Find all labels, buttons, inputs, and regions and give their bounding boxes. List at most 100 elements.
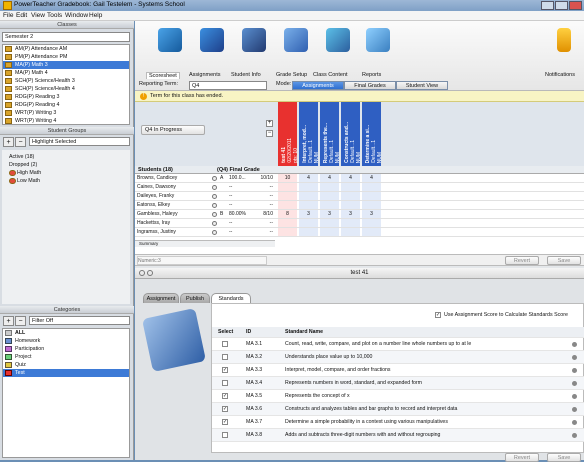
detail-save-button[interactable]: Save <box>547 453 581 462</box>
category-item[interactable]: Homework <box>3 337 129 345</box>
student-row[interactable]: Daileyes, Franky -- -- <box>135 192 584 201</box>
standard-checkbox[interactable]: ✓ <box>222 367 228 373</box>
tab-assignments[interactable]: Assignments <box>189 72 221 78</box>
save-button[interactable]: Save <box>547 256 581 265</box>
standard-checkbox[interactable] <box>222 380 228 386</box>
expand-button[interactable]: + <box>266 120 273 127</box>
standard-row[interactable]: MA 3.1 Count, read, write, compare, and p… <box>212 338 584 351</box>
standard-column-header[interactable]: Interpret, mod... Default...1 NUM <box>299 102 320 166</box>
detail-revert-button[interactable]: Revert <box>505 453 539 462</box>
standard-row[interactable]: ✓ MA 3.3 Interpret, model, compare, and or… <box>212 364 584 377</box>
student-info-icon[interactable] <box>212 212 217 217</box>
standard-row[interactable]: ✓ MA 3.6 Constructs and analyzes tables an… <box>212 403 584 416</box>
standard-column-header[interactable]: Determine a si... Default...1 NUM <box>362 102 383 166</box>
reporting-term-select[interactable]: Q4 <box>189 81 267 90</box>
class-content-icon[interactable] <box>321 26 355 58</box>
mode-assignments[interactable]: Assignments <box>292 81 344 90</box>
category-item[interactable]: Participation <box>3 345 129 353</box>
standard-row[interactable]: MA 3.8 Adds and subtracts three-digit num… <box>212 429 584 442</box>
tab-student-info[interactable]: Student Info <box>231 72 261 78</box>
student-info-icon[interactable] <box>212 203 217 208</box>
maximize-button[interactable] <box>555 1 568 10</box>
standard-info-icon[interactable] <box>572 381 577 386</box>
remove-group-button[interactable]: − <box>15 137 26 147</box>
standard-info-icon[interactable] <box>572 407 577 412</box>
mode-student-view[interactable]: Student View <box>396 81 448 90</box>
class-item[interactable]: MA(P) Math 4 <box>3 69 129 77</box>
minimize-button[interactable] <box>541 1 554 10</box>
menu-file[interactable]: File <box>3 12 13 19</box>
menu-tools[interactable]: Tools <box>47 12 62 19</box>
standard-info-icon[interactable] <box>572 355 577 360</box>
summary-row[interactable]: Summary <box>135 240 275 247</box>
standard-column-header[interactable]: Constructs and... Default...1 NUM <box>341 102 362 166</box>
class-item[interactable]: SCH(P) Science/Health 3 <box>3 77 129 85</box>
standard-checkbox[interactable]: ✓ <box>222 393 228 399</box>
tab-grade-setup[interactable]: Grade Setup <box>276 72 307 78</box>
category-item[interactable]: Quiz <box>3 361 129 369</box>
tab-standards[interactable]: Standards <box>211 293 251 303</box>
class-item[interactable]: RDG(P) Reading 4 <box>3 101 129 109</box>
tab-assignment[interactable]: Assignment <box>143 293 179 303</box>
class-item[interactable]: SCH(P) Science/Health 4 <box>3 85 129 93</box>
class-item[interactable]: WRT(P) Writing 4 <box>3 117 129 124</box>
student-info-icon[interactable] <box>212 194 217 199</box>
revert-button[interactable]: Revert <box>505 256 539 265</box>
standard-info-icon[interactable] <box>572 420 577 425</box>
class-item[interactable]: WRT(P) Writing 3 <box>3 109 129 117</box>
group-low-math[interactable]: Low Math <box>2 177 130 185</box>
menu-view[interactable]: View <box>31 12 45 19</box>
use-score-checkbox[interactable]: ✓ <box>435 312 441 318</box>
standard-info-icon[interactable] <box>572 394 577 399</box>
menu-help[interactable]: Help <box>89 12 102 19</box>
term-progress-button[interactable]: Q4 In Progress <box>141 125 205 135</box>
standard-row[interactable]: ✓ MA 3.7 Determine a simple probability in… <box>212 416 584 429</box>
student-info-icon[interactable] <box>212 221 217 226</box>
standard-info-icon[interactable] <box>572 368 577 373</box>
close-button[interactable] <box>569 1 582 10</box>
tab-scoresheet[interactable]: Scoresheet <box>146 72 180 79</box>
tab-publish[interactable]: Publish <box>180 293 210 303</box>
tab-notifications[interactable]: Notifications <box>545 72 575 78</box>
assignment-column-header[interactable]: test 41 02/20/2011 pts: 10 <box>278 102 299 166</box>
standard-checkbox[interactable]: ✓ <box>222 419 228 425</box>
student-info-icon[interactable] <box>212 185 217 190</box>
student-info-icon[interactable] <box>212 230 217 235</box>
group-active[interactable]: Active (18) <box>2 153 130 161</box>
category-filter-select[interactable]: Filter Off <box>29 316 130 325</box>
standard-column-header[interactable]: Represents the... Default...1 NUM <box>320 102 341 166</box>
reports-icon[interactable] <box>361 26 395 58</box>
class-item[interactable]: AM(P) Attendance AM <box>3 45 129 53</box>
standard-checkbox[interactable] <box>222 341 228 347</box>
assignments-icon[interactable] <box>195 26 229 58</box>
standard-checkbox[interactable] <box>222 354 228 360</box>
standard-checkbox[interactable] <box>222 432 228 438</box>
student-row[interactable]: Browns, Candicey A 100.0... 10/10 10 4 4 4 4 <box>135 174 584 183</box>
menu-window[interactable]: Window <box>65 12 88 19</box>
standard-row[interactable]: MA 3.4 Represents numbers in word, standa… <box>212 377 584 390</box>
standard-checkbox[interactable]: ✓ <box>222 406 228 412</box>
student-info-icon[interactable] <box>212 176 217 181</box>
scoresheet-icon[interactable] <box>153 26 187 58</box>
student-row[interactable]: Eatonss, Elkey -- -- <box>135 201 584 210</box>
numeric-input[interactable] <box>137 256 267 265</box>
student-row[interactable]: Ingramss, Justiny -- -- <box>135 228 584 237</box>
standard-info-icon[interactable] <box>572 433 577 438</box>
final-grade-header[interactable]: (Q4) Final Grade <box>217 167 260 173</box>
add-group-button[interactable]: + <box>3 137 14 147</box>
notifications-icon[interactable] <box>547 26 581 58</box>
standard-row[interactable]: MA 3.2 Understands place value up to 10,0… <box>212 351 584 364</box>
menu-edit[interactable]: Edit <box>16 12 27 19</box>
class-item[interactable]: RDG(P) Reading 3 <box>3 93 129 101</box>
highlight-select[interactable]: Highlight Selected <box>29 137 130 146</box>
student-row[interactable]: Hackettss, Iray -- -- <box>135 219 584 228</box>
add-category-button[interactable]: + <box>3 316 14 326</box>
remove-category-button[interactable]: − <box>15 316 26 326</box>
student-info-icon[interactable] <box>237 26 271 58</box>
category-item-selected[interactable]: Test <box>3 369 129 377</box>
students-header[interactable]: Students (18) <box>138 167 173 173</box>
class-item-selected[interactable]: MA(P) Math 3 <box>3 61 129 69</box>
student-row[interactable]: Caines, Dawsony -- -- <box>135 183 584 192</box>
standard-row[interactable]: ✓ MA 3.5 Represents the concept of x <box>212 390 584 403</box>
group-dropped[interactable]: Dropped (2) <box>2 161 130 169</box>
